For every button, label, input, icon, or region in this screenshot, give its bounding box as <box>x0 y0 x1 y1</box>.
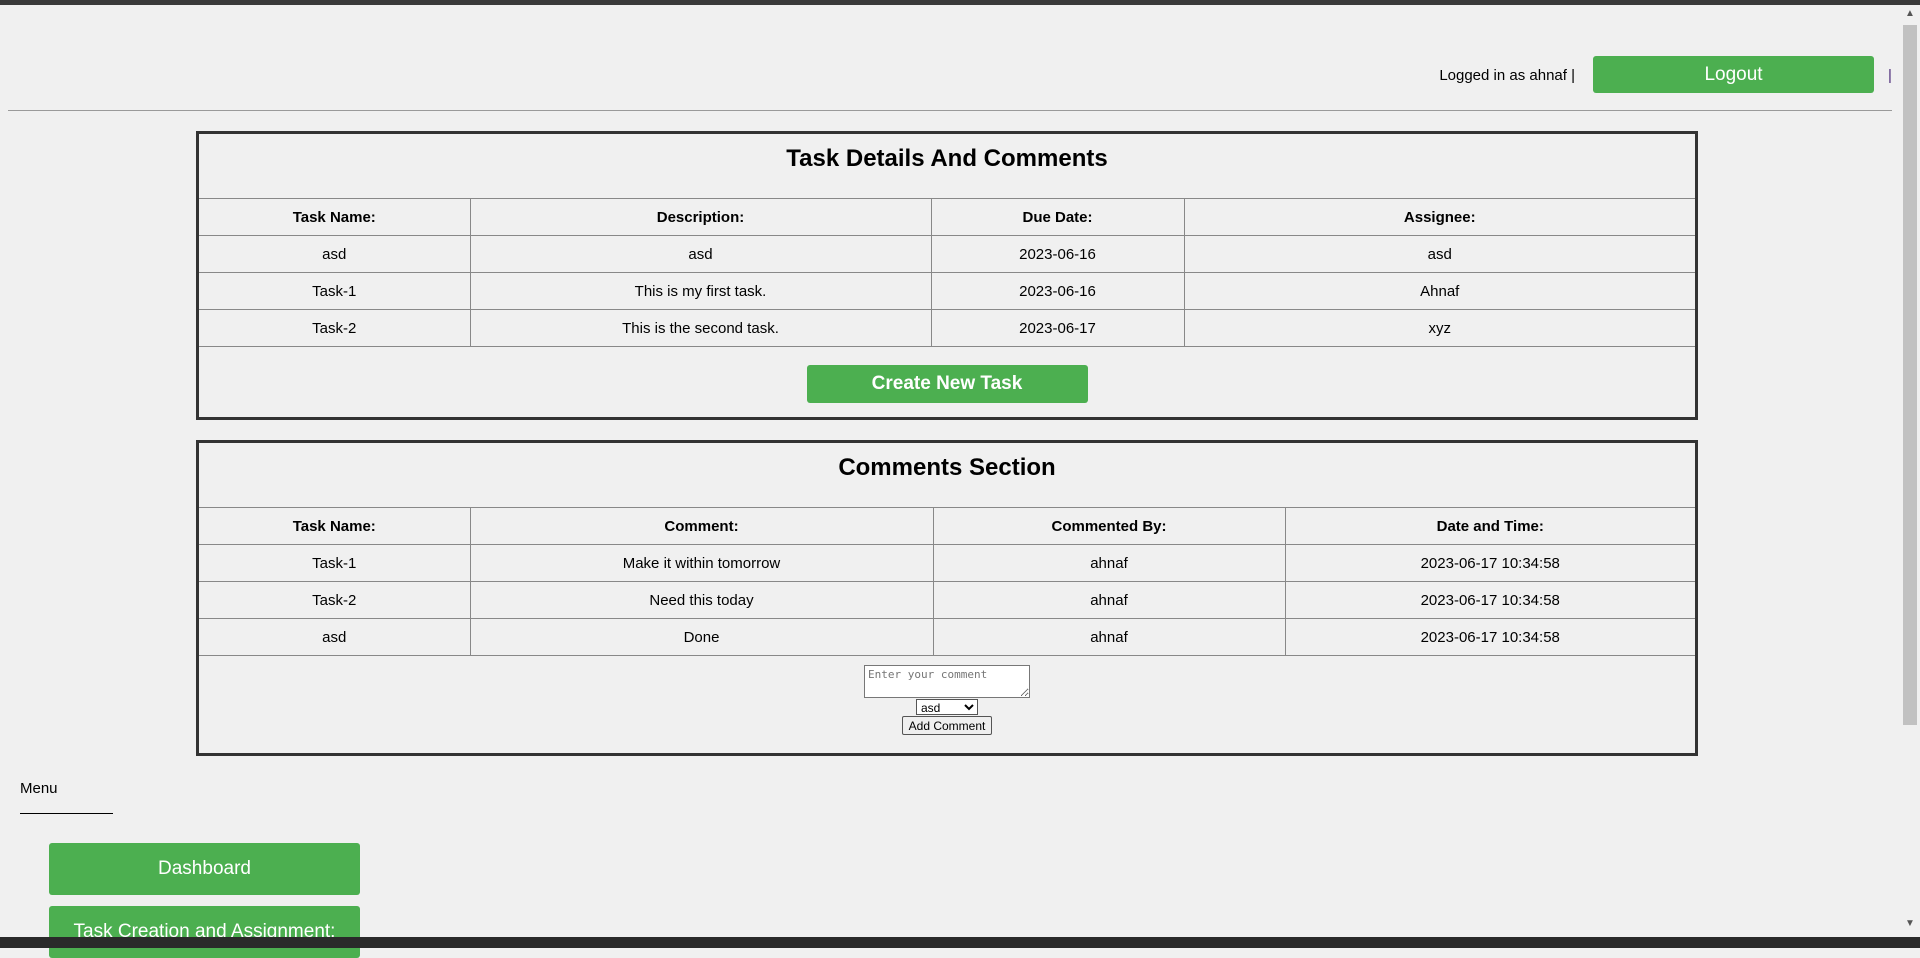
cell-assignee: xyz <box>1183 309 1695 347</box>
task-table-header: Task Name: Description: Due Date: Assign… <box>199 198 1695 236</box>
column-assignee: Assignee: <box>1183 198 1695 236</box>
cell-comment: Make it within tomorrow <box>469 544 934 582</box>
taskbar <box>0 937 1920 948</box>
cell-date-time: 2023-06-17 10:34:58 <box>1284 618 1695 656</box>
comments-title: Comments Section <box>838 454 1056 481</box>
task-details-title: Task Details And Comments <box>786 145 1108 172</box>
cell-description: asd <box>469 235 932 273</box>
table-row: Task-1 Make it within tomorrow ahnaf 202… <box>199 544 1695 582</box>
column-due-date: Due Date: <box>930 198 1185 236</box>
add-comment-button[interactable]: Add Comment <box>901 716 993 735</box>
table-row: asd asd 2023-06-16 asd <box>199 235 1695 273</box>
cell-comment: Done <box>469 618 934 656</box>
column-description: Description: <box>469 198 932 236</box>
cell-assignee: asd <box>1183 235 1695 273</box>
comments-table-header: Task Name: Comment: Commented By: Date a… <box>199 507 1695 545</box>
column-task-name: Task Name: <box>199 507 471 545</box>
comments-panel: Comments Section Task Name: Comment: Com… <box>196 440 1698 756</box>
cell-commented-by: ahnaf <box>932 581 1286 619</box>
cell-due-date: 2023-06-16 <box>930 235 1185 273</box>
browser-top-edge <box>0 0 1920 5</box>
cell-task-name: Task-1 <box>199 544 471 582</box>
task-details-panel: Task Details And Comments Task Name: Des… <box>196 131 1698 420</box>
scrollbar[interactable]: ▲ ▼ <box>1900 5 1920 937</box>
column-task-name: Task Name: <box>199 198 471 236</box>
scroll-down-icon[interactable]: ▼ <box>1905 918 1915 929</box>
cell-description: This is my first task. <box>469 272 932 310</box>
table-row: Task-1 This is my first task. 2023-06-16… <box>199 272 1695 310</box>
cell-due-date: 2023-06-16 <box>930 272 1185 310</box>
create-task-button[interactable]: Create New Task <box>806 365 1088 403</box>
cell-assignee: Ahnaf <box>1183 272 1695 310</box>
column-comment: Comment: <box>469 507 934 545</box>
sidebar-item-task-creation[interactable]: Task Creation and Assignment: <box>49 906 360 958</box>
column-commented-by: Commented By: <box>932 507 1286 545</box>
task-table: Task Name: Description: Due Date: Assign… <box>199 198 1695 347</box>
header-separator: | <box>1888 67 1892 84</box>
cell-task-name: asd <box>199 618 471 656</box>
cell-date-time: 2023-06-17 10:34:58 <box>1284 581 1695 619</box>
comments-table: Task Name: Comment: Commented By: Date a… <box>199 507 1695 656</box>
column-date-time: Date and Time: <box>1284 507 1695 545</box>
cell-task-name: Task-2 <box>199 581 471 619</box>
cell-comment: Need this today <box>469 581 934 619</box>
scroll-up-icon[interactable]: ▲ <box>1905 8 1915 19</box>
table-row: Task-2 This is the second task. 2023-06-… <box>199 309 1695 347</box>
menu-underline <box>20 813 113 814</box>
logout-button[interactable]: Logout <box>1593 56 1874 93</box>
cell-commented-by: ahnaf <box>932 544 1286 582</box>
cell-commented-by: ahnaf <box>932 618 1286 656</box>
logged-in-text: Logged in as ahnaf | <box>1439 67 1575 84</box>
cell-date-time: 2023-06-17 10:34:58 <box>1284 544 1695 582</box>
sidebar-item-dashboard[interactable]: Dashboard <box>49 843 360 895</box>
cell-task-name: asd <box>199 235 471 273</box>
cell-task-name: Task-2 <box>199 309 471 347</box>
task-select[interactable]: asd <box>916 699 978 715</box>
table-row: Task-2 Need this today ahnaf 2023-06-17 … <box>199 581 1695 619</box>
header-divider <box>8 110 1892 111</box>
scrollbar-thumb[interactable] <box>1903 25 1917 725</box>
comment-input[interactable] <box>864 665 1030 698</box>
cell-description: This is the second task. <box>469 309 932 347</box>
table-row: asd Done ahnaf 2023-06-17 10:34:58 <box>199 618 1695 656</box>
header: Logged in as ahnaf | Logout | <box>0 56 1895 93</box>
cell-task-name: Task-1 <box>199 272 471 310</box>
menu-label: Menu <box>20 780 58 797</box>
comment-form: asd Add Comment <box>199 656 1695 735</box>
cell-due-date: 2023-06-17 <box>930 309 1185 347</box>
